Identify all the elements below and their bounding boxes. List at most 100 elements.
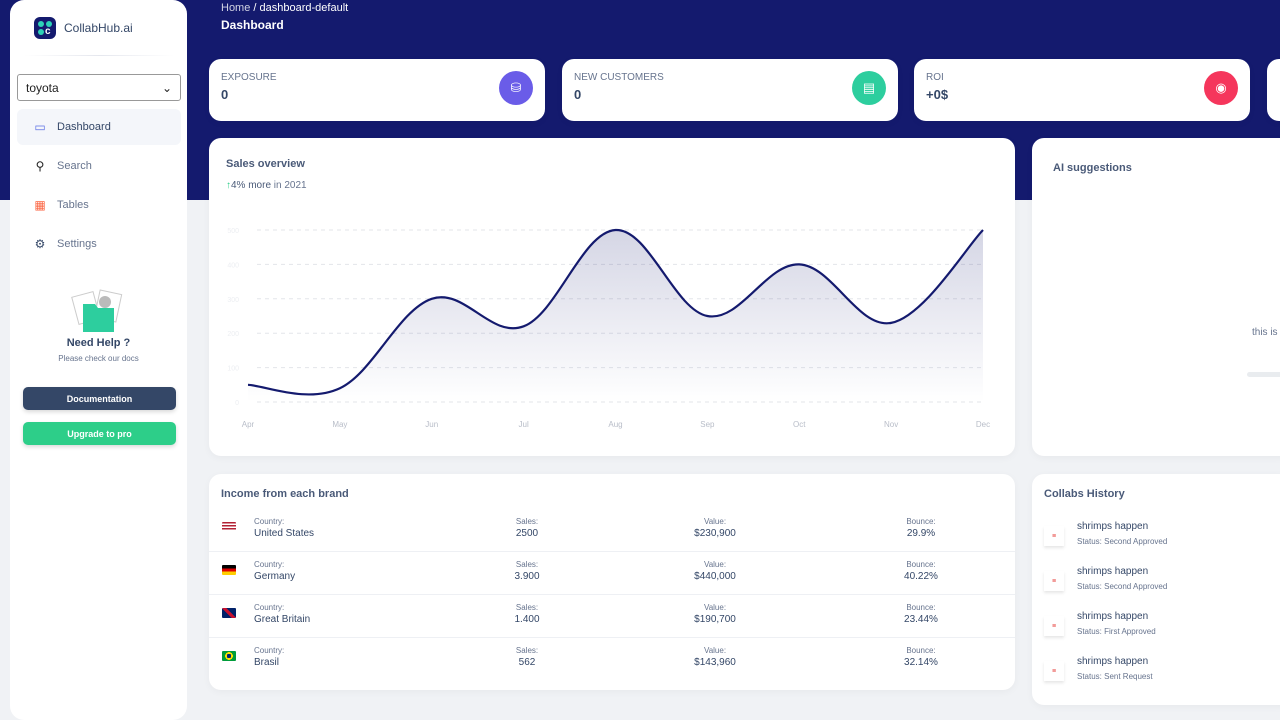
collab-status: Status: Second Approved (1077, 582, 1168, 591)
help-illustration (10, 288, 187, 339)
table-row: Country: United States Sales: 2500 Value: $… (209, 509, 1015, 552)
x-tick-label: Jul (519, 420, 529, 429)
value-cell: Value: $143,960 (675, 646, 755, 668)
collab-item[interactable]: ≡ shrimps happen Status: First Approved (1044, 611, 1274, 651)
sidebar-item-dashboard[interactable]: ▭ Dashboard (17, 109, 181, 145)
collab-item[interactable]: ≡ shrimps happen Status: Second Approved (1044, 566, 1274, 606)
bounce-cell: Bounce: 23.44% (891, 603, 951, 625)
collab-name: shrimps happen (1077, 611, 1149, 622)
cell-value: $190,700 (694, 614, 736, 625)
cell-label: Value: (703, 603, 727, 612)
help-title: Need Help ? (66, 337, 131, 349)
y-tick-label: 200 (227, 331, 239, 338)
brand-logo-icon: ≡ (1044, 661, 1064, 681)
y-tick-label: 300 (227, 297, 239, 304)
cell-label: Bounce: (906, 517, 936, 526)
x-tick-label: Dec (976, 420, 990, 429)
card-title: AI suggestions (1053, 162, 1132, 174)
cell-label: Value: (703, 517, 727, 526)
breadcrumb-separator: / (253, 2, 257, 14)
sidebar-item-settings[interactable]: ⚙ Settings (17, 226, 181, 262)
app-name: CollabHub.ai (64, 21, 133, 35)
ai-suggestion-text: this is (1252, 327, 1278, 338)
stat-label: ROI (926, 72, 944, 83)
breadcrumb-current: dashboard-default (259, 2, 349, 14)
collab-item[interactable]: ≡ shrimps happen Status: Sent Request (1044, 656, 1274, 696)
card-title: Collabs History (1044, 488, 1125, 500)
page-title: Dashboard (221, 18, 284, 32)
chevron-down-icon: ⌄ (161, 81, 172, 95)
flag-de-icon (222, 565, 236, 575)
stat-value: +0$ (926, 87, 949, 102)
breadcrumb-home[interactable]: Home (221, 2, 250, 14)
table-row: Country: Germany Sales: 3.900 Value: $440,0… (209, 552, 1015, 595)
cell-label: Country: (254, 603, 285, 612)
sales-overview-card: Sales overview ↑4% more in 2021 0 100 200 3… (209, 138, 1015, 456)
collab-status: Status: Sent Request (1077, 672, 1153, 681)
bounce-cell: Bounce: 29.9% (891, 517, 951, 539)
cell-value: 23.44% (904, 614, 938, 625)
sidebar-item-search[interactable]: ⚲ Search (17, 148, 181, 184)
income-card: Income from each brand Country: United St… (209, 474, 1015, 690)
y-tick-label: 400 (227, 262, 239, 269)
stat-value: 0 (221, 87, 229, 102)
cell-label: Country: (254, 517, 285, 526)
cell-value: $230,900 (694, 528, 736, 539)
cell-value: Great Britain (254, 614, 311, 625)
x-tick-label: May (332, 420, 347, 429)
gear-icon: ⚙ (34, 237, 46, 251)
collab-status: Status: Second Approved (1077, 537, 1168, 546)
stat-label: NEW CUSTOMERS (574, 72, 664, 83)
flag-gb-icon (222, 608, 236, 618)
x-tick-label: Aug (608, 420, 622, 429)
collab-name: shrimps happen (1077, 521, 1149, 532)
value-cell: Value: $230,900 (675, 517, 755, 539)
database-icon: ⛁ (499, 71, 533, 105)
cell-label: Sales: (515, 603, 539, 612)
cell-label: Sales: (515, 560, 539, 569)
help-subtitle: Please check our docs (58, 354, 139, 363)
cell-label: Country: (254, 646, 285, 655)
y-tick-label: 100 (227, 366, 239, 373)
collab-item[interactable]: ≡ shrimps happen Status: Second Approved (1044, 521, 1274, 561)
sales-cell: Sales: 2500 (497, 517, 557, 539)
collabs-history-card: Collabs History ≡ shrimps happen Status: S… (1032, 474, 1280, 705)
sales-cell: Sales: 1.400 (497, 603, 557, 625)
value-cell: Value: $440,000 (675, 560, 755, 582)
cell-value: $143,960 (694, 657, 736, 668)
x-tick-label: Sep (700, 420, 715, 429)
document-icon: ▤ (852, 71, 886, 105)
stat-card-exposure: EXPOSURE 0 ⛁ (209, 59, 545, 121)
collab-name: shrimps happen (1077, 566, 1149, 577)
cell-label: Value: (703, 646, 727, 655)
cell-label: Bounce: (906, 603, 936, 612)
sidebar-item-label: Tables (57, 199, 89, 211)
cell-label: Bounce: (906, 646, 936, 655)
cell-value: $440,000 (694, 571, 736, 582)
upgrade-button[interactable]: Upgrade to pro (23, 422, 176, 445)
flag-us-icon (222, 522, 236, 532)
cell-label: Sales: (515, 646, 539, 655)
cell-value: 1.400 (514, 614, 540, 625)
brand-logo-icon: ≡ (1044, 571, 1064, 591)
brand-select[interactable]: toyota ⌄ (17, 74, 181, 101)
y-tick-label: 0 (235, 400, 239, 407)
cell-value: 40.22% (904, 571, 938, 582)
sidebar-item-label: Settings (57, 238, 97, 250)
divider (24, 55, 174, 56)
card-title: Income from each brand (221, 488, 349, 500)
cell-value: 562 (518, 657, 536, 668)
cell-value: 3.900 (514, 571, 540, 582)
country-cell: Country: Brasil (254, 646, 284, 668)
logo[interactable]: c CollabHub.ai (34, 17, 133, 39)
cell-label: Sales: (515, 517, 539, 526)
collab-status: Status: First Approved (1077, 627, 1156, 636)
loading-bar (1247, 372, 1280, 377)
documentation-button[interactable]: Documentation (23, 387, 176, 410)
sidebar-item-tables[interactable]: ▦ Tables (17, 187, 181, 223)
globe-icon: ◉ (1204, 71, 1238, 105)
cell-label: Country: (254, 560, 285, 569)
table-row: Country: Great Britain Sales: 1.400 Value:… (209, 595, 1015, 638)
stat-card-partial (1267, 59, 1280, 121)
brand-logo-icon: ≡ (1044, 616, 1064, 636)
